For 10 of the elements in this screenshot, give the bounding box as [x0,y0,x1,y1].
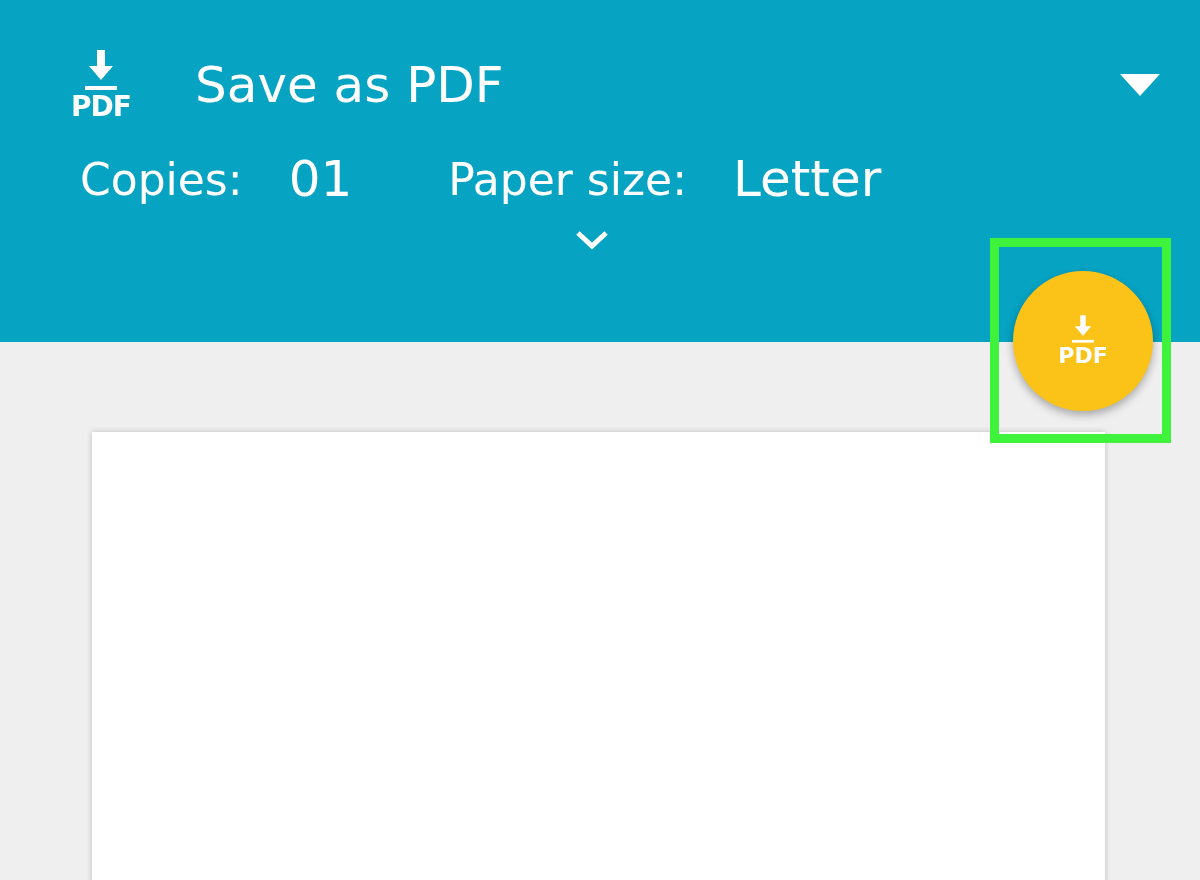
expand-icon[interactable] [575,230,609,250]
paper-size-value[interactable]: Letter [733,150,882,208]
download-icon [1069,314,1097,344]
printer-title[interactable]: Save as PDF [195,56,1120,114]
copies-label: Copies: [80,153,243,205]
icon-label: PDF [71,92,131,122]
dropdown-icon[interactable] [1120,74,1160,96]
copies-value[interactable]: 01 [288,150,353,208]
download-pdf-button[interactable]: PDF [1013,271,1153,411]
paper-size-label: Paper size: [448,153,687,205]
